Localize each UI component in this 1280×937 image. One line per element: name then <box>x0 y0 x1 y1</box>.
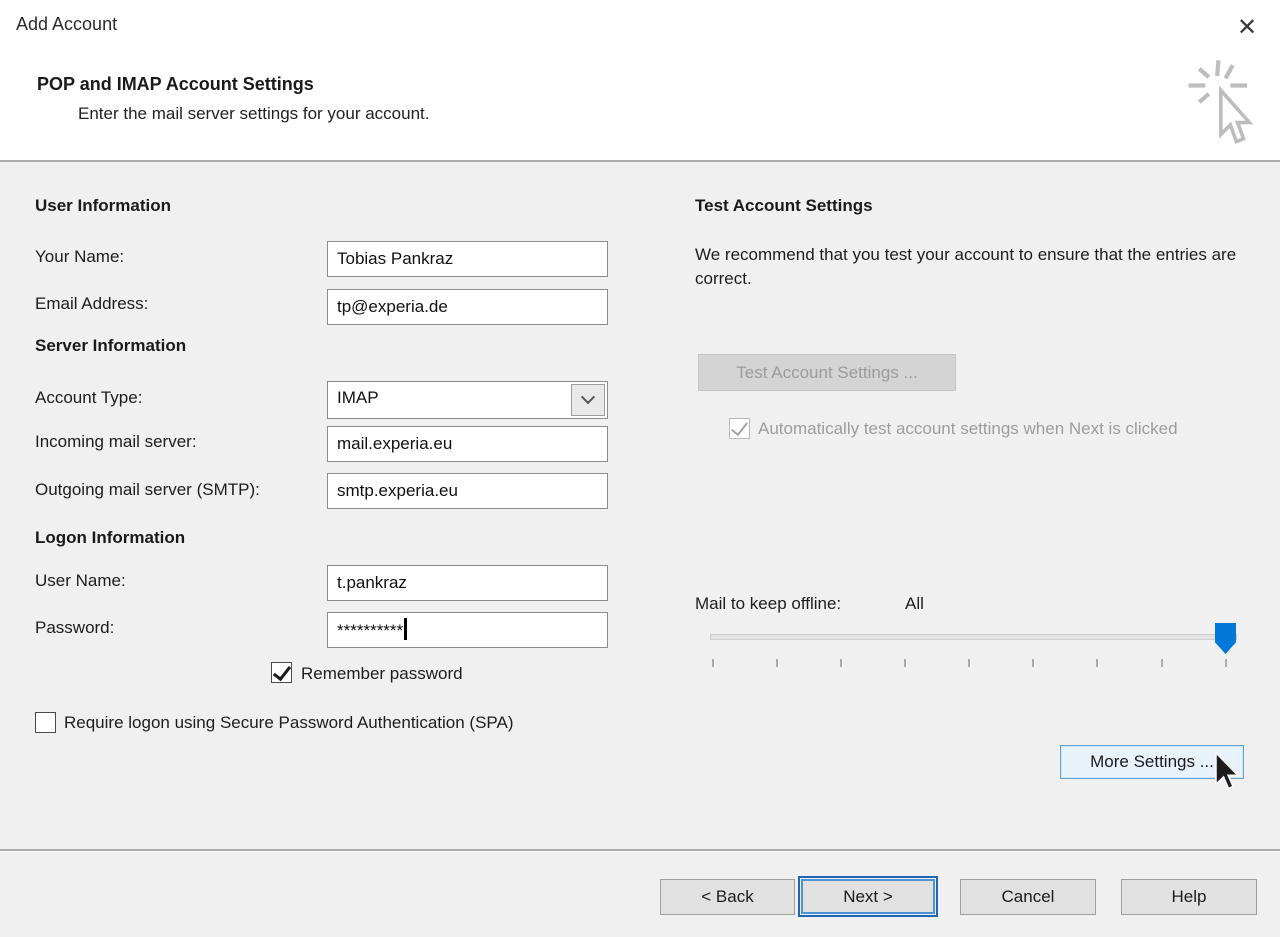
text-caret <box>404 618 408 640</box>
next-button[interactable]: Next > <box>798 876 938 917</box>
close-icon[interactable]: ✕ <box>1230 10 1264 44</box>
mouse-cursor-icon <box>1214 751 1241 791</box>
spa-label: Require logon using Secure Password Auth… <box>64 713 514 732</box>
email-address-label: Email Address: <box>35 294 149 313</box>
page-subtitle: Enter the mail server settings for your … <box>78 104 430 123</box>
your-name-input[interactable] <box>327 241 608 277</box>
account-type-dropdown[interactable]: IMAP <box>327 381 608 419</box>
slider-tick <box>904 659 906 667</box>
test-account-description: We recommend that you test your account … <box>695 245 1237 288</box>
password-input[interactable]: ********** <box>327 612 608 648</box>
user-information-heading: User Information <box>35 196 172 215</box>
chevron-down-icon <box>580 390 596 405</box>
slider-tick <box>1096 659 1098 667</box>
incoming-mail-server-input[interactable] <box>327 426 608 462</box>
slider-tick <box>1161 659 1163 667</box>
slider-tick <box>1032 659 1034 667</box>
account-type-label: Account Type: <box>35 388 143 407</box>
slider-tick <box>776 659 778 667</box>
account-type-value: IMAP <box>337 388 379 407</box>
spa-checkbox[interactable] <box>35 712 56 733</box>
password-masked-value: ********** <box>337 621 404 640</box>
window-title: Add Account <box>16 14 118 34</box>
auto-test-label: Automatically test account settings when… <box>758 419 1178 438</box>
your-name-label: Your Name: <box>35 247 125 266</box>
mail-to-keep-offline-value: All <box>905 594 924 613</box>
slider-tick <box>712 659 714 667</box>
add-account-dialog: Add Account ✕ POP and IMAP Account Setti… <box>0 0 1280 937</box>
dialog-header-band: Add Account ✕ POP and IMAP Account Setti… <box>0 0 1280 162</box>
help-button[interactable]: Help <box>1121 879 1257 915</box>
logon-information-heading: Logon Information <box>35 528 186 547</box>
offline-mail-slider-track[interactable] <box>710 634 1237 640</box>
test-account-settings-button[interactable]: Test Account Settings ... <box>698 354 956 391</box>
dropdown-button[interactable] <box>571 384 605 416</box>
footer-divider <box>0 849 1280 851</box>
password-label: Password: <box>35 618 115 637</box>
page-title: POP and IMAP Account Settings <box>37 74 314 94</box>
offline-mail-slider-thumb[interactable] <box>1215 623 1236 654</box>
user-name-input[interactable] <box>327 565 608 601</box>
outgoing-mail-server-label: Outgoing mail server (SMTP): <box>35 480 260 499</box>
incoming-mail-server-label: Incoming mail server: <box>35 432 197 451</box>
click-burst-cursor-icon <box>1188 60 1254 145</box>
email-address-input[interactable] <box>327 289 608 325</box>
back-button[interactable]: < Back <box>660 879 795 915</box>
slider-tick <box>840 659 842 667</box>
cancel-button[interactable]: Cancel <box>960 879 1096 915</box>
slider-tick <box>1225 659 1227 667</box>
mail-to-keep-offline-label: Mail to keep offline: <box>695 594 842 613</box>
server-information-heading: Server Information <box>35 336 187 355</box>
remember-password-checkbox[interactable] <box>271 662 292 683</box>
remember-password-label: Remember password <box>301 664 463 683</box>
slider-tick <box>968 659 970 667</box>
outgoing-mail-server-input[interactable] <box>327 473 608 509</box>
test-account-settings-heading: Test Account Settings <box>695 196 873 215</box>
user-name-label: User Name: <box>35 571 126 590</box>
auto-test-checkbox[interactable] <box>729 418 750 439</box>
